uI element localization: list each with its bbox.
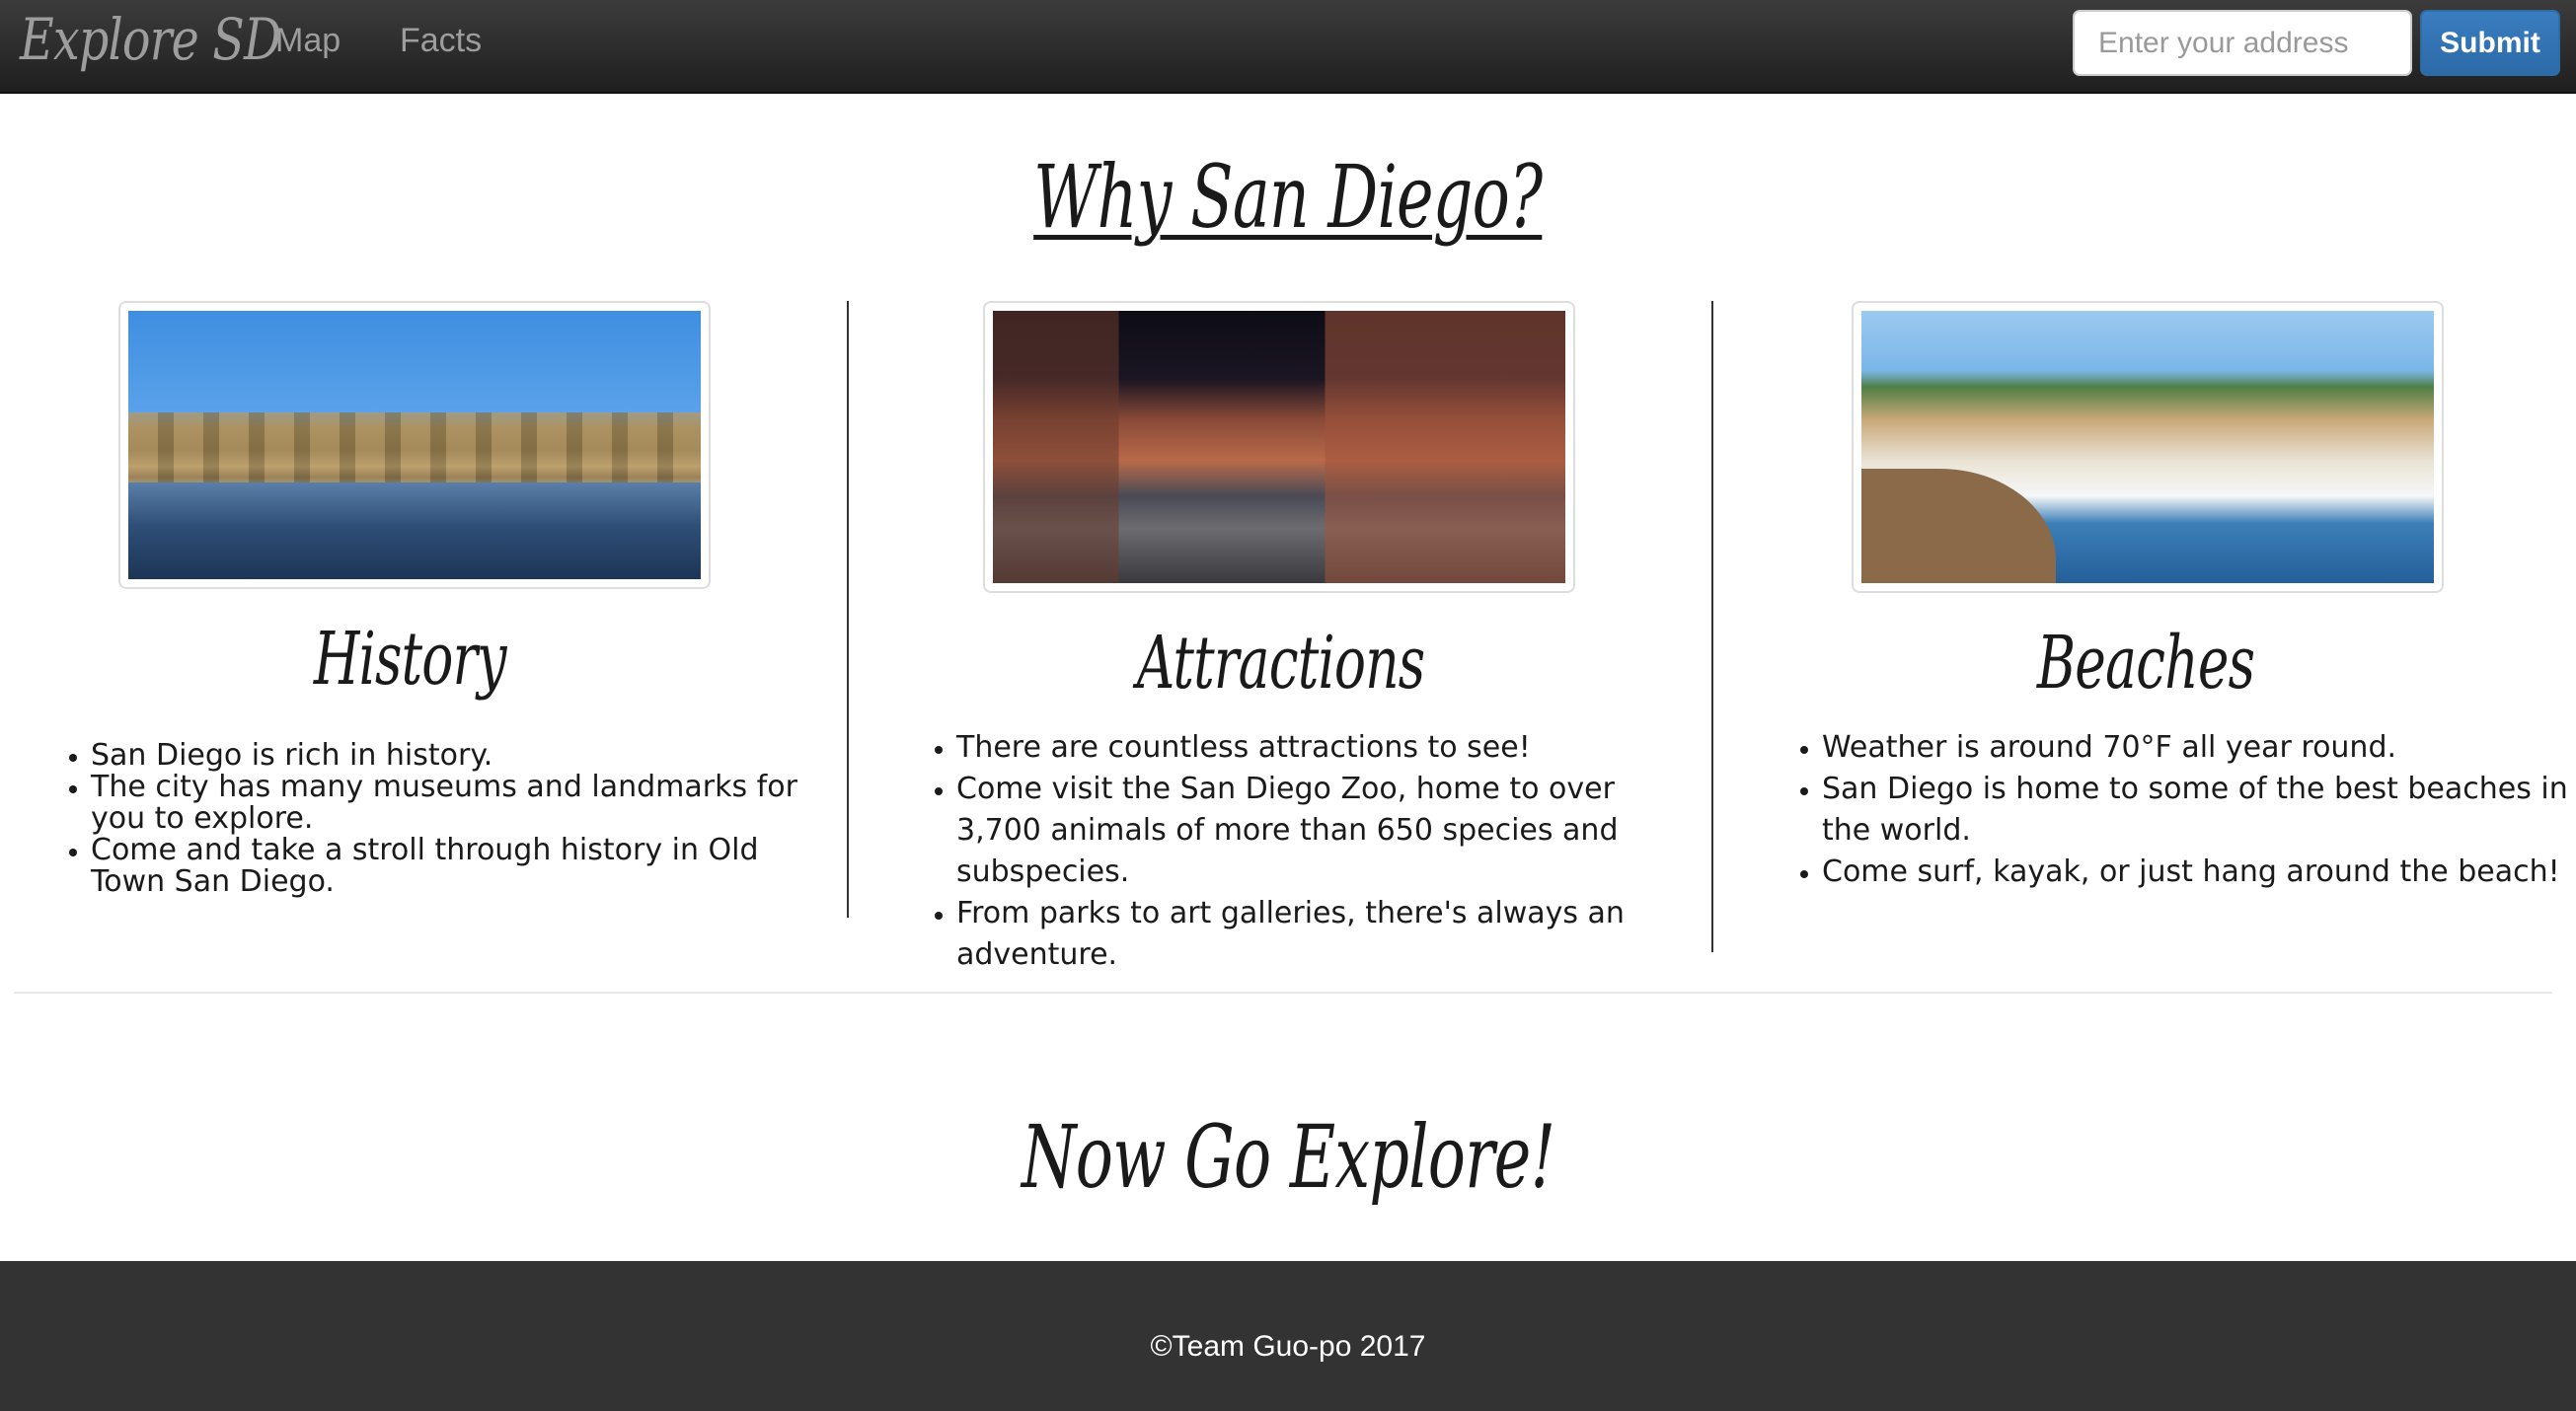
list-item: From parks to art galleries, there's alw… [956,893,1687,976]
beaches-column: Beaches Weather is around 70°F all year … [1713,301,2576,982]
closing-title-text: Now Go Explore! [1021,1106,1555,1208]
history-bullet-list: San Diego is rich in history. The city h… [91,740,841,898]
history-column: History San Diego is rich in history. Th… [0,301,865,982]
nav-link-facts[interactable]: Facts [400,22,482,60]
attractions-image [993,311,1565,583]
beaches-heading: Beaches [1713,619,2576,707]
beaches-thumbnail [1852,301,2444,593]
address-input[interactable] [2073,10,2412,76]
beaches-bullet-list: Weather is around 70°F all year round. S… [1822,727,2572,893]
list-item: The city has many museums and landmarks … [91,772,841,835]
history-heading: History [0,615,829,704]
page-title-text: Why San Diego? [1033,146,1543,248]
history-heading-text: History [313,617,507,702]
attractions-column: Attractions There are countless attracti… [849,301,1713,982]
history-image [128,311,701,579]
beaches-heading-text: Beaches [2036,621,2255,706]
beaches-image [1861,311,2434,583]
list-item: Come surf, kayak, or just hang around th… [1822,852,2572,893]
footer-copyright: ©Team Guo-po 2017 [1150,1330,1426,1363]
list-item: Come visit the San Diego Zoo, home to ov… [956,769,1687,893]
section-divider [14,992,2552,994]
attractions-thumbnail [983,301,1575,593]
closing-title: Now Go Explore! [0,1103,2576,1212]
attractions-heading-text: Attractions [1137,621,1425,706]
page-title: Why San Diego? [0,143,2576,252]
navbar: Explore SD Map Facts Submit [0,0,2576,94]
list-item: Weather is around 70°F all year round. [1822,727,2572,769]
submit-button[interactable]: Submit [2420,10,2560,76]
brand-logo-link[interactable]: Explore SD [20,6,281,73]
attractions-bullet-list: There are countless attractions to see! … [956,727,1687,976]
list-item: There are countless attractions to see! [956,727,1687,769]
attractions-heading: Attractions [849,619,1713,707]
list-item: Come and take a stroll through history i… [91,835,841,898]
history-thumbnail [118,301,711,589]
list-item: San Diego is rich in history. [91,740,841,772]
list-item: San Diego is home to some of the best be… [1822,769,2572,852]
nav-link-map[interactable]: Map [275,22,341,60]
